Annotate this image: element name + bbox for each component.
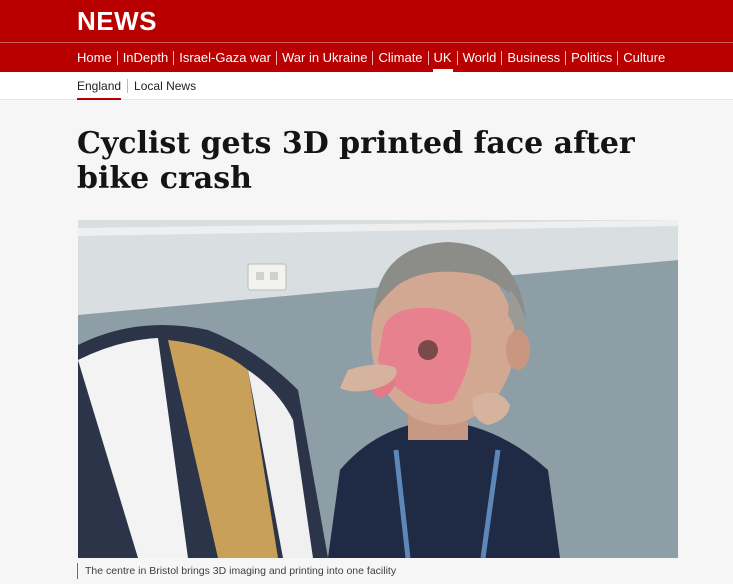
image-caption: The centre in Bristol brings 3D imaging … [77, 563, 396, 579]
nav-item-home[interactable]: Home [77, 43, 117, 72]
sub-nav: England Local News [0, 72, 733, 100]
masthead: NEWS Home InDepth Israel-Gaza war War in… [0, 0, 733, 72]
nav-item-culture[interactable]: Culture [618, 43, 670, 72]
subnav-item-england[interactable]: England [77, 73, 127, 100]
headline-line-1: Cyclist gets 3D printed face after [77, 126, 635, 161]
headline-line-2: bike crash [77, 161, 252, 196]
nav-item-indepth[interactable]: InDepth [118, 43, 174, 72]
nav-item-business[interactable]: Business [502, 43, 565, 72]
hero-photo-illustration [78, 220, 678, 558]
nav-item-war-in-ukraine[interactable]: War in Ukraine [277, 43, 372, 72]
subnav-item-local-news[interactable]: Local News [128, 73, 202, 99]
main-nav: Home InDepth Israel-Gaza war War in Ukra… [77, 43, 670, 72]
article-headline: Cyclist gets 3D printed face after bike … [77, 126, 677, 196]
nav-item-uk[interactable]: UK [429, 43, 457, 72]
nav-item-climate[interactable]: Climate [373, 43, 427, 72]
hero-image [78, 220, 678, 558]
news-logo[interactable]: NEWS [77, 7, 157, 35]
nav-item-world[interactable]: World [458, 43, 502, 72]
nav-item-politics[interactable]: Politics [566, 43, 617, 72]
nav-item-israel-gaza-war[interactable]: Israel-Gaza war [174, 43, 276, 72]
